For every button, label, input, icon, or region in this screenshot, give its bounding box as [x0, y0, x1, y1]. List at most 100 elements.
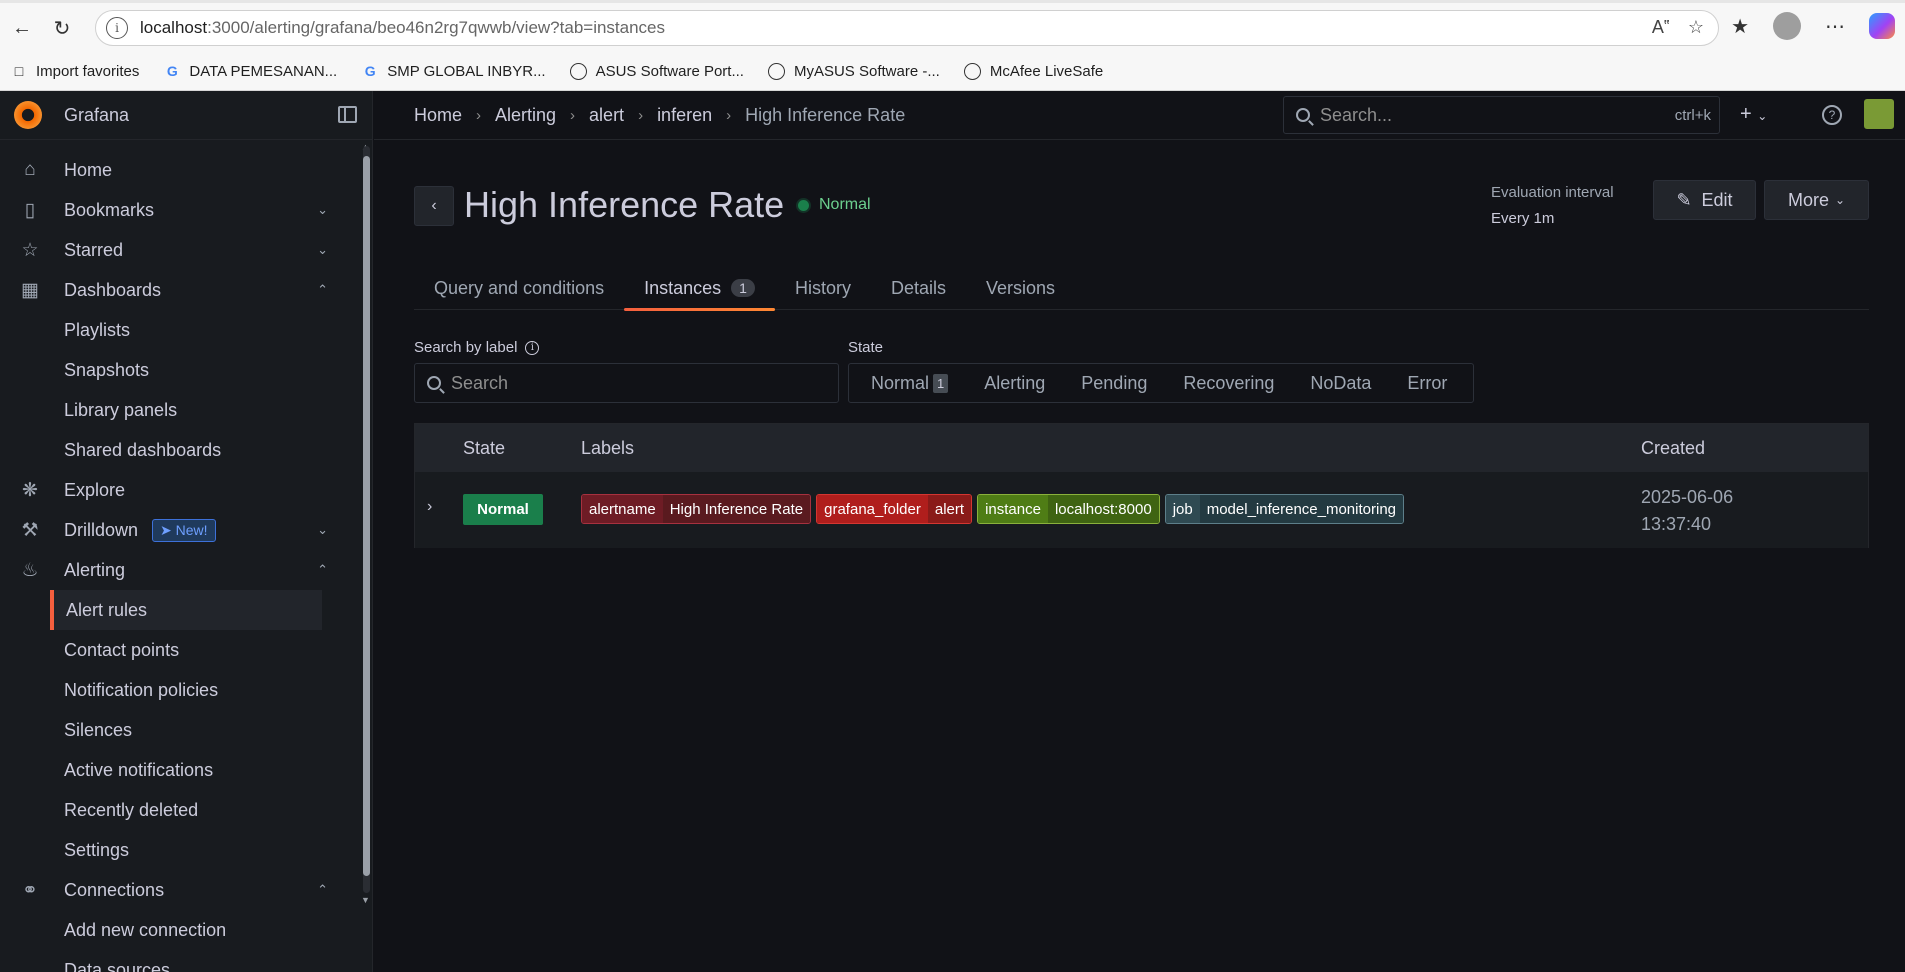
sidebar-item-contact-points[interactable]: Contact points — [0, 630, 360, 670]
state-option-alerting[interactable]: Alerting — [968, 364, 1065, 402]
search-placeholder: Search... — [1320, 104, 1393, 125]
label-chip-grafana-folder[interactable]: grafana_folder alert — [816, 494, 973, 524]
bookmark-import-favorites[interactable]: □ Import favorites — [10, 62, 140, 80]
tab-query-and-conditions[interactable]: Query and conditions — [414, 266, 624, 310]
tab-versions[interactable]: Versions — [966, 266, 1075, 310]
breadcrumb-inferen[interactable]: inferen — [657, 105, 712, 126]
bookmarks-bar: □ Import favorites G DATA PEMESANAN... G SM… — [0, 56, 1905, 86]
evaluation-interval-value: Every 1m — [1491, 210, 1555, 227]
state-option-error[interactable]: Error — [1391, 364, 1467, 402]
label-value: localhost:8000 — [1047, 495, 1159, 523]
label-chip-instance[interactable]: instance localhost:8000 — [977, 494, 1160, 524]
label-chip-alertname[interactable]: alertname High Inference Rate — [581, 494, 812, 524]
favorites-icon[interactable]: ★ — [1731, 14, 1749, 39]
nav-label: Connections — [64, 879, 165, 900]
column-header-labels: Labels — [581, 437, 635, 458]
help-icon[interactable]: ? — [1822, 105, 1842, 125]
address-bar[interactable]: i localhost:3000/alerting/grafana/beo46n… — [95, 10, 1719, 46]
bookmark-myasus[interactable]: MyASUS Software -... — [768, 62, 940, 80]
sidebar-item-playlists[interactable]: Playlists — [0, 310, 360, 350]
sidebar-item-explore[interactable]: ❋ Explore — [0, 470, 360, 510]
expand-row-chevron-icon[interactable]: › — [427, 498, 432, 516]
breadcrumb-home[interactable]: Home — [414, 105, 462, 126]
sidebar-item-recently-deleted[interactable]: Recently deleted — [0, 790, 360, 830]
user-avatar[interactable] — [1864, 99, 1894, 129]
sidebar-item-notification-policies[interactable]: Notification policies — [0, 670, 360, 710]
breadcrumb-alerting[interactable]: Alerting — [495, 105, 556, 126]
bookmark-icon: ▯ — [24, 199, 36, 221]
bookmark-data-pemesanan[interactable]: G DATA PEMESANAN... — [163, 62, 337, 80]
sidebar-item-active-notifications[interactable]: Active notifications — [0, 750, 360, 790]
edit-button[interactable]: ✎ Edit — [1653, 180, 1756, 220]
tab-history[interactable]: History — [775, 266, 871, 310]
label-search-input[interactable] — [451, 372, 811, 394]
state-option-normal[interactable]: Normal 1 — [855, 364, 968, 402]
site-info-icon[interactable]: i — [106, 17, 128, 39]
favorite-star-icon[interactable]: ☆ — [1688, 17, 1704, 38]
chevron-down-icon[interactable]: ⌄ — [317, 522, 328, 538]
dock-menu-icon[interactable] — [338, 106, 357, 123]
chevron-right-icon: › — [726, 106, 732, 124]
state-option-nodata[interactable]: NoData — [1294, 364, 1391, 402]
copilot-icon[interactable] — [1869, 13, 1895, 39]
new-plus-menu[interactable]: + ⌄ — [1740, 103, 1767, 126]
read-aloud-icon[interactable]: A‟ — [1652, 17, 1670, 38]
sidebar-item-shared-dashboards[interactable]: Shared dashboards — [0, 430, 360, 470]
sidebar-item-alerting[interactable]: ♨ Alerting ⌃ — [0, 550, 360, 590]
scroll-down-arrow-icon[interactable]: ▼ — [361, 895, 370, 905]
address-row: ← ↻ i localhost:3000/alerting/grafana/be… — [0, 6, 1905, 50]
tab-instances[interactable]: Instances 1 — [624, 266, 775, 311]
brand-name[interactable]: Grafana — [64, 105, 129, 126]
breadcrumb-alert[interactable]: alert — [589, 105, 624, 126]
sidebar-item-connections[interactable]: ⚭ Connections ⌃ — [0, 870, 360, 910]
info-icon[interactable]: i — [525, 340, 540, 355]
more-dots-icon[interactable]: ⋯ — [1825, 14, 1845, 39]
home-icon: ⌂ — [24, 159, 36, 180]
more-button[interactable]: More ⌄ — [1764, 180, 1869, 220]
main-content: ‹ High Inference Rate Normal Evaluation … — [414, 140, 1870, 970]
sidebar-item-bookmarks[interactable]: ▯ Bookmarks ⌄ — [0, 190, 360, 230]
chevron-down-icon[interactable]: ⌄ — [317, 242, 328, 258]
search-shortcut: ctrl+k — [1674, 106, 1711, 124]
tab-label: Instances — [644, 277, 722, 298]
sidebar-item-settings[interactable]: Settings — [0, 830, 360, 870]
rule-state-indicator: Normal — [798, 196, 871, 214]
sidebar: Grafana ⌂ Home ▯ Bookmarks ⌄ ☆ Starred ⌄ ▦ Das… — [0, 91, 373, 972]
state-option-recovering[interactable]: Recovering — [1167, 364, 1294, 402]
sidebar-item-add-new-connection[interactable]: Add new connection — [0, 910, 360, 950]
sidebar-item-alert-rules[interactable]: Alert rules — [50, 590, 322, 630]
sidebar-item-silences[interactable]: Silences — [0, 710, 360, 750]
grafana-logo-icon[interactable] — [14, 101, 42, 129]
profile-avatar[interactable] — [1773, 12, 1801, 40]
sidebar-scrollbar[interactable] — [363, 146, 370, 893]
back-arrow-icon[interactable]: ← — [4, 10, 40, 46]
sidebar-item-drilldown[interactable]: ⚒ Drilldown ➤ New! ⌄ — [0, 510, 360, 550]
bookmark-mcafee[interactable]: McAfee LiveSafe — [964, 62, 1103, 80]
state-option-pending[interactable]: Pending — [1065, 364, 1167, 402]
chevron-down-icon[interactable]: ⌄ — [317, 202, 328, 218]
back-button[interactable]: ‹ — [414, 186, 454, 226]
chevron-up-icon[interactable]: ⌃ — [317, 282, 328, 298]
sidebar-item-dashboards[interactable]: ▦ Dashboards ⌃ — [0, 270, 360, 310]
sidebar-item-library-panels[interactable]: Library panels — [0, 390, 360, 430]
global-search[interactable]: Search... ctrl+k — [1283, 96, 1720, 134]
label-key: job — [1165, 495, 1200, 523]
label-chip-job[interactable]: job model_inference_monitoring — [1164, 494, 1404, 524]
tab-details[interactable]: Details — [871, 266, 966, 310]
chevron-up-icon[interactable]: ⌃ — [317, 562, 328, 578]
label-search-field[interactable] — [414, 363, 839, 403]
chevron-up-icon[interactable]: ⌃ — [317, 882, 328, 898]
url-text[interactable]: localhost:3000/alerting/grafana/beo46n2r… — [140, 18, 665, 38]
nav-label: Bookmarks — [64, 199, 155, 220]
sidebar-item-starred[interactable]: ☆ Starred ⌄ — [0, 230, 360, 270]
label-value: alert — [927, 495, 972, 523]
bookmark-asus-software[interactable]: ASUS Software Port... — [570, 62, 744, 80]
bookmark-label: McAfee LiveSafe — [989, 62, 1104, 80]
reload-icon[interactable]: ↻ — [44, 10, 80, 46]
sidebar-item-data-sources[interactable]: Data sources — [0, 950, 360, 972]
sidebar-item-home[interactable]: ⌂ Home — [0, 150, 360, 190]
bookmark-smp-global[interactable]: G SMP GLOBAL INBYR... — [361, 62, 546, 80]
chevron-left-icon: ‹ — [431, 197, 437, 214]
sidebar-item-snapshots[interactable]: Snapshots — [0, 350, 360, 390]
scrollbar-thumb[interactable] — [363, 156, 370, 876]
